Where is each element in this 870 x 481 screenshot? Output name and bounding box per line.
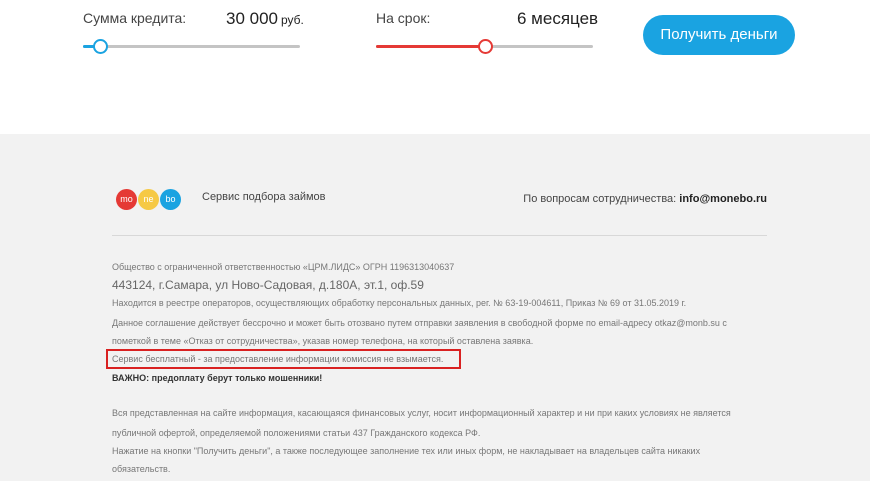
logo-bubble-bo: bo: [160, 189, 181, 210]
amount-value-wrap: 30 000 руб.: [226, 9, 304, 29]
cooperation-email-link[interactable]: info@monebo.ru: [679, 193, 767, 205]
logo-bubble-ne: ne: [138, 189, 159, 210]
amount-unit: руб.: [281, 13, 304, 27]
term-value: 6 месяцев: [517, 9, 599, 28]
amount-slider-handle[interactable]: [93, 39, 109, 54]
legal-info-line-2: публичной офертой, определяемой положени…: [112, 428, 481, 438]
amount-slider[interactable]: [83, 39, 300, 54]
spacer: [0, 75, 870, 134]
term-slider-fill: [376, 45, 485, 48]
term-label: На срок:: [376, 10, 431, 26]
amount-value: 30 000: [226, 9, 278, 28]
get-money-button[interactable]: Получить деньги: [643, 15, 795, 55]
legal-info-line-1: Вся представленная на сайте информация, …: [112, 408, 731, 418]
legal-info-line-4: обязательств.: [112, 464, 171, 474]
cooperation-label: По вопросам сотрудничества:: [523, 193, 677, 205]
legal-agreement-line-2: пометкой в теме «Отказ от сотрудничества…: [112, 336, 534, 346]
loan-calculator: Сумма кредита: 30 000 руб. На срок: 6 мес…: [0, 0, 870, 75]
slogan: Сервис подбора займов: [202, 191, 326, 203]
term-slider[interactable]: [376, 39, 593, 54]
highlight-box: [106, 349, 461, 369]
term-slider-handle[interactable]: [477, 39, 493, 54]
legal-info-line-3: Нажатие на кнопки "Получить деньги", а т…: [112, 446, 701, 456]
legal-address: 443124, г.Самара, ул Ново-Садовая, д.180…: [112, 278, 424, 292]
cooperation-contact: По вопросам сотрудничества: info@monebo.…: [523, 193, 767, 205]
legal-registry: Находится в реестре операторов, осуществ…: [112, 298, 687, 308]
logo-bubble-mo: mo: [116, 189, 137, 210]
legal-warning: ВАЖНО: предоплату берут только мошенники…: [112, 373, 323, 383]
legal-company: Общество с ограниченной ответственностью…: [112, 262, 455, 272]
amount-label: Сумма кредита:: [83, 10, 187, 26]
footer-divider: [112, 235, 767, 236]
legal-agreement-line-1: Данное соглашение действует бессрочно и …: [112, 318, 727, 328]
